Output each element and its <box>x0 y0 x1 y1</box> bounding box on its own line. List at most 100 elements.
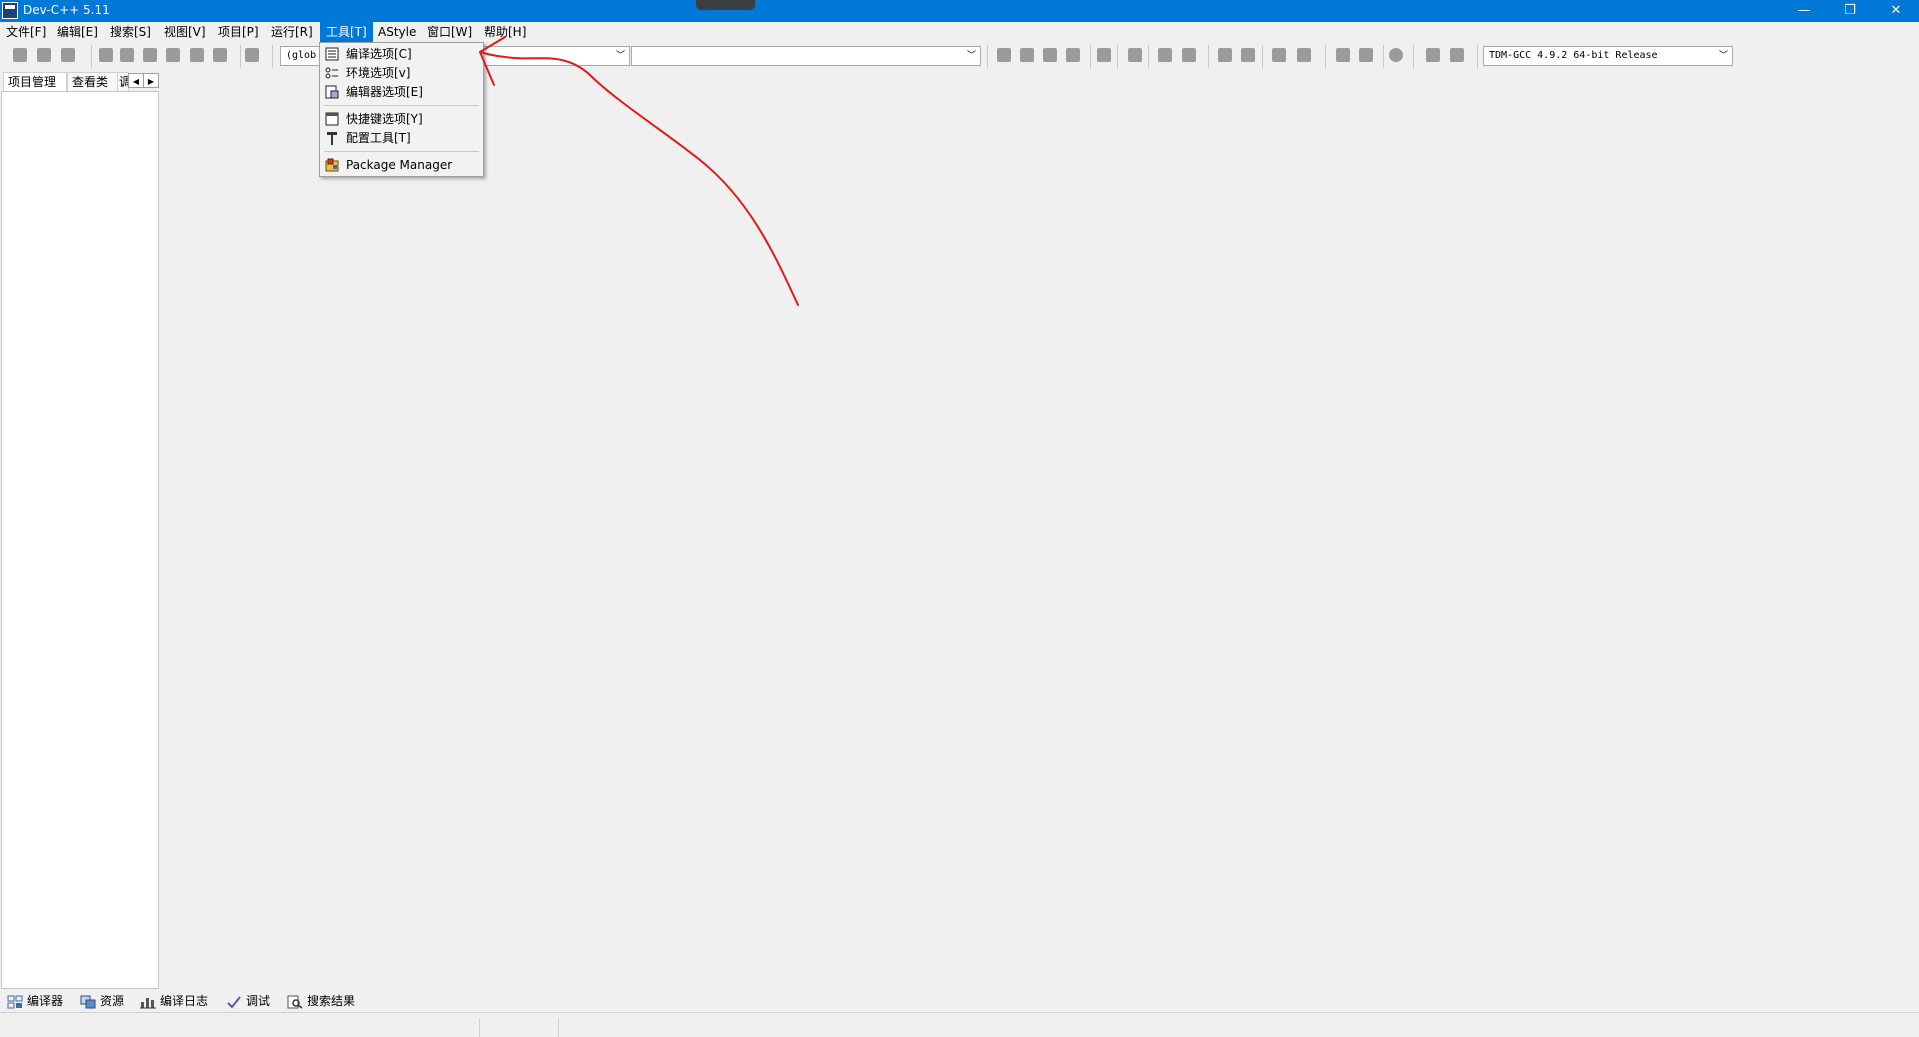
new-project-icon[interactable] <box>13 48 27 62</box>
menu-run[interactable]: 运行[R] <box>265 22 319 42</box>
menu-separator <box>324 105 479 106</box>
chevron-down-icon: ﹀ <box>615 51 625 61</box>
tab-debug[interactable]: 调试 <box>226 992 270 1011</box>
minimize-button[interactable]: — <box>1781 0 1827 22</box>
tab-class-browser[interactable]: 查看类 <box>67 72 119 92</box>
compile-icon[interactable] <box>997 48 1011 62</box>
save-file-icon[interactable] <box>143 48 157 62</box>
toolbar-separator <box>1117 45 1118 68</box>
close-file-icon[interactable] <box>190 48 204 62</box>
status-divider <box>558 1018 559 1037</box>
function-combo[interactable]: ﹀ <box>631 46 981 66</box>
compiler-grid-icon <box>7 995 23 1008</box>
open-file-icon[interactable] <box>120 48 134 62</box>
toolbar-separator <box>1262 45 1263 68</box>
profile-icon[interactable] <box>1182 48 1196 62</box>
toolbar-separator <box>272 45 273 68</box>
restore-button[interactable]: ❐ <box>1827 0 1873 22</box>
save-icon[interactable] <box>61 48 75 62</box>
environment-options-icon <box>325 67 338 79</box>
toolbar-separator <box>1383 45 1384 68</box>
rebuild-all-icon[interactable] <box>1066 48 1080 62</box>
resources-icon <box>80 995 96 1008</box>
menu-astyle[interactable]: AStyle <box>372 22 422 42</box>
run-icon[interactable] <box>1020 48 1034 62</box>
compile-log-chart-icon <box>140 997 156 1008</box>
close-all-icon[interactable] <box>213 48 227 62</box>
menu-view[interactable]: 视图[V] <box>158 22 212 42</box>
new-file-icon[interactable] <box>99 48 113 62</box>
redo-icon[interactable] <box>1450 48 1464 62</box>
menu-item-shortcut-options[interactable]: 快捷键选项[Y] <box>322 110 481 128</box>
window-title: Dev-C++ 5.11 <box>23 3 110 17</box>
open-project-icon[interactable] <box>37 48 51 62</box>
compiler-select[interactable]: TDM-GCC 4.9.2 64-bit Release ﹀ <box>1483 46 1733 66</box>
status-bar <box>0 1016 1919 1037</box>
toolbar-separator <box>240 45 241 68</box>
left-panel-tabs: 项目管理 查看类 调 ◀ ▶ <box>0 72 160 92</box>
project-options-icon[interactable] <box>1272 48 1286 62</box>
menu-bar: 文件[F] 编辑[E] 搜索[S] 视图[V] 项目[P] 运行[R] 工具[T… <box>0 22 1919 42</box>
tab-project-manager[interactable]: 项目管理 <box>3 72 67 92</box>
toolbar: (glob ﹀ ﹀ TDM-GCC 4.9.2 64-bit Release ﹀ <box>0 42 1919 70</box>
toolbar-separator <box>1477 45 1478 68</box>
syntax-check-icon[interactable] <box>1097 48 1111 62</box>
menu-project[interactable]: 项目[P] <box>212 22 265 42</box>
bottom-divider <box>0 1012 1919 1013</box>
tab-compiler[interactable]: 编译器 <box>7 992 63 1011</box>
configure-tools-icon <box>327 132 337 145</box>
status-divider <box>479 1018 480 1037</box>
bottom-panel-tabs: 编译器 资源 编译日志 调试 搜索结果 <box>0 990 1919 1012</box>
close-button[interactable]: ✕ <box>1873 0 1919 22</box>
toolbar-separator <box>1208 45 1209 68</box>
menu-item-configure-tools[interactable]: 配置工具[T] <box>322 129 481 147</box>
package-manager-icon <box>325 158 339 172</box>
tools-dropdown-menu: 编译选项[C] 环境选项[v] 编辑器选项[E] 快捷键选项[Y] 配置工具[T… <box>319 42 484 177</box>
add-to-project-icon[interactable] <box>1218 48 1232 62</box>
indent-icon[interactable] <box>1336 48 1350 62</box>
menu-help[interactable]: 帮助[H] <box>478 22 532 42</box>
tab-search-results[interactable]: 搜索结果 <box>287 992 355 1011</box>
menu-edit[interactable]: 编辑[E] <box>51 22 104 42</box>
remove-from-project-icon[interactable] <box>1241 48 1255 62</box>
tab-scroll-left-icon[interactable]: ◀ <box>128 73 144 88</box>
editor-options-icon <box>325 85 339 99</box>
chevron-down-icon: ﹀ <box>966 51 976 61</box>
devcpp-app-icon <box>2 2 18 19</box>
save-all-icon[interactable] <box>166 48 180 62</box>
shortcut-options-icon <box>325 112 339 126</box>
menu-file[interactable]: 文件[F] <box>0 22 52 42</box>
menu-separator <box>324 151 479 152</box>
menu-window[interactable]: 窗口[W] <box>421 22 478 42</box>
chevron-down-icon: ﹀ <box>1718 51 1728 61</box>
toolbar-separator <box>91 45 92 68</box>
menu-tools[interactable]: 工具[T] <box>320 22 373 42</box>
menu-search[interactable]: 搜索[S] <box>104 22 157 42</box>
project-tree-panel[interactable] <box>1 91 159 989</box>
debug-icon[interactable] <box>1158 48 1172 62</box>
title-bar-notch <box>696 0 755 10</box>
search-results-icon <box>287 995 303 1009</box>
tab-resources[interactable]: 资源 <box>80 992 124 1011</box>
debug-check-icon <box>227 995 241 1008</box>
toolbar-separator <box>1148 45 1149 68</box>
compiler-options-icon <box>325 47 339 61</box>
compile-run-icon[interactable] <box>1043 48 1057 62</box>
toolbar-separator <box>1413 45 1414 68</box>
print-icon[interactable] <box>245 48 259 62</box>
title-bar: Dev-C++ 5.11 — ❐ ✕ <box>0 0 1919 22</box>
tab-scroll-right-icon[interactable]: ▶ <box>143 73 159 88</box>
red-annotation-arrow <box>479 36 799 306</box>
toggle-bookmark-icon[interactable] <box>1389 48 1403 62</box>
undo-icon[interactable] <box>1426 48 1440 62</box>
menu-item-editor-options[interactable]: 编辑器选项[E] <box>322 83 481 101</box>
stop-execution-icon[interactable] <box>1128 48 1142 62</box>
tab-compile-log[interactable]: 编译日志 <box>140 992 208 1011</box>
menu-item-package-manager[interactable]: Package Manager <box>322 156 481 174</box>
toolbar-separator <box>1090 45 1091 68</box>
goto-line-icon[interactable] <box>1297 48 1311 62</box>
unindent-icon[interactable] <box>1359 48 1373 62</box>
toolbar-separator <box>1325 45 1326 68</box>
menu-item-compiler-options[interactable]: 编译选项[C] <box>322 45 481 63</box>
menu-item-environment-options[interactable]: 环境选项[v] <box>322 64 481 82</box>
